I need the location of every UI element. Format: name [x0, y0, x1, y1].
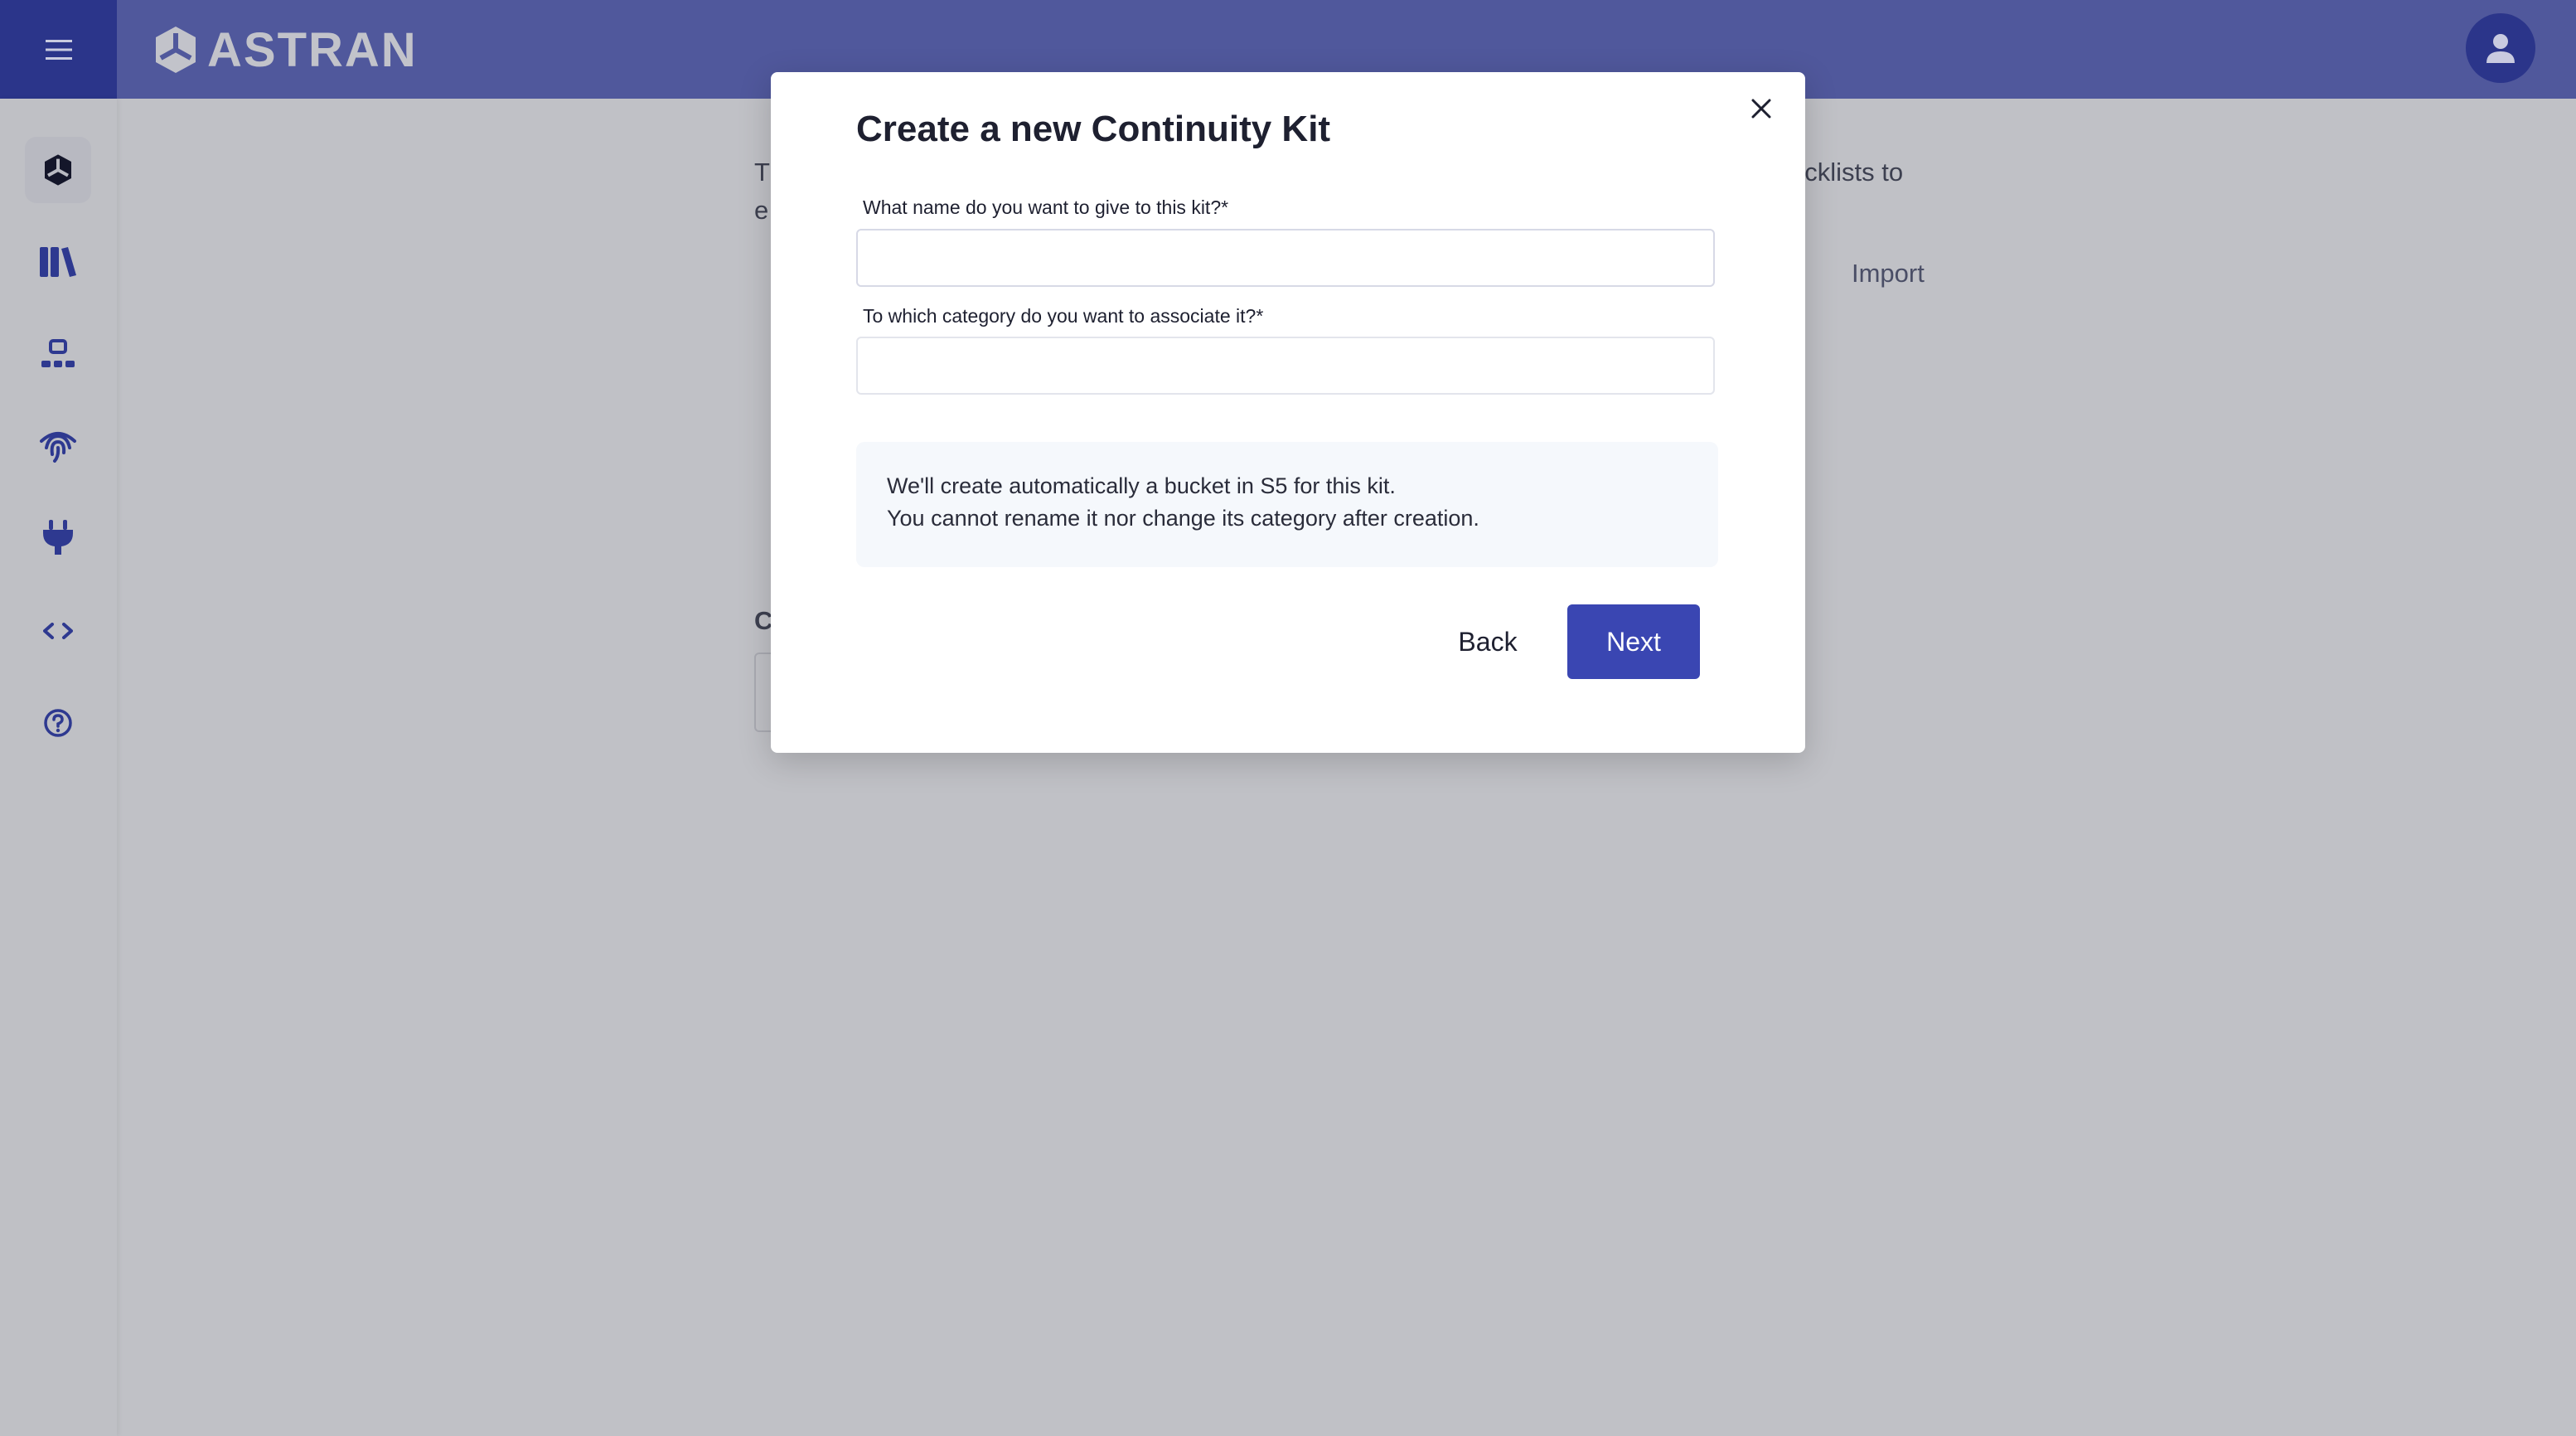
menu-button[interactable]: [0, 0, 117, 99]
kit-name-label: What name do you want to give to this ki…: [863, 196, 1229, 218]
hamburger-icon: [45, 39, 72, 60]
books-icon: [40, 247, 76, 277]
user-icon: [2486, 34, 2515, 63]
modal-title: Create a new Continuity Kit: [856, 109, 1331, 149]
sidebar-item-help[interactable]: [25, 690, 91, 756]
close-icon: [1751, 99, 1771, 119]
sidebar-item-integrations[interactable]: [25, 505, 91, 571]
sidebar-item-organization[interactable]: [25, 321, 91, 387]
help-circle-icon: [44, 709, 72, 737]
info-line: You cannot rename it nor change its cate…: [887, 506, 1479, 531]
hierarchy-icon: [41, 339, 75, 367]
sidebar-item-identity[interactable]: [25, 413, 91, 479]
astran-logo-icon: [45, 154, 71, 186]
plug-icon: [43, 520, 73, 555]
sidebar-item-home[interactable]: [25, 137, 91, 203]
category-input[interactable]: [856, 337, 1715, 395]
sidebar: [0, 99, 117, 1436]
code-icon: [43, 623, 73, 639]
kit-name-input[interactable]: [856, 229, 1715, 287]
info-line: We'll create automatically a bucket in S…: [887, 473, 1396, 498]
astran-logo-icon: [156, 27, 196, 73]
fingerprint-icon: [40, 432, 76, 463]
close-button[interactable]: [1745, 92, 1778, 125]
background-text: T: [754, 158, 770, 187]
next-button[interactable]: Next: [1567, 604, 1700, 679]
logo[interactable]: ASTRAN: [153, 23, 418, 77]
sidebar-item-developer[interactable]: [25, 598, 91, 664]
sidebar-item-library[interactable]: [25, 229, 91, 295]
category-label: To which category do you want to associa…: [863, 305, 1264, 327]
back-button[interactable]: Back: [1426, 604, 1550, 679]
import-tab[interactable]: Import: [1852, 259, 1925, 289]
user-avatar[interactable]: [2466, 13, 2535, 83]
info-box: We'll create automatically a bucket in S…: [856, 442, 1718, 567]
background-text: e: [754, 196, 769, 225]
background-text: ecklists to: [1790, 158, 1904, 187]
